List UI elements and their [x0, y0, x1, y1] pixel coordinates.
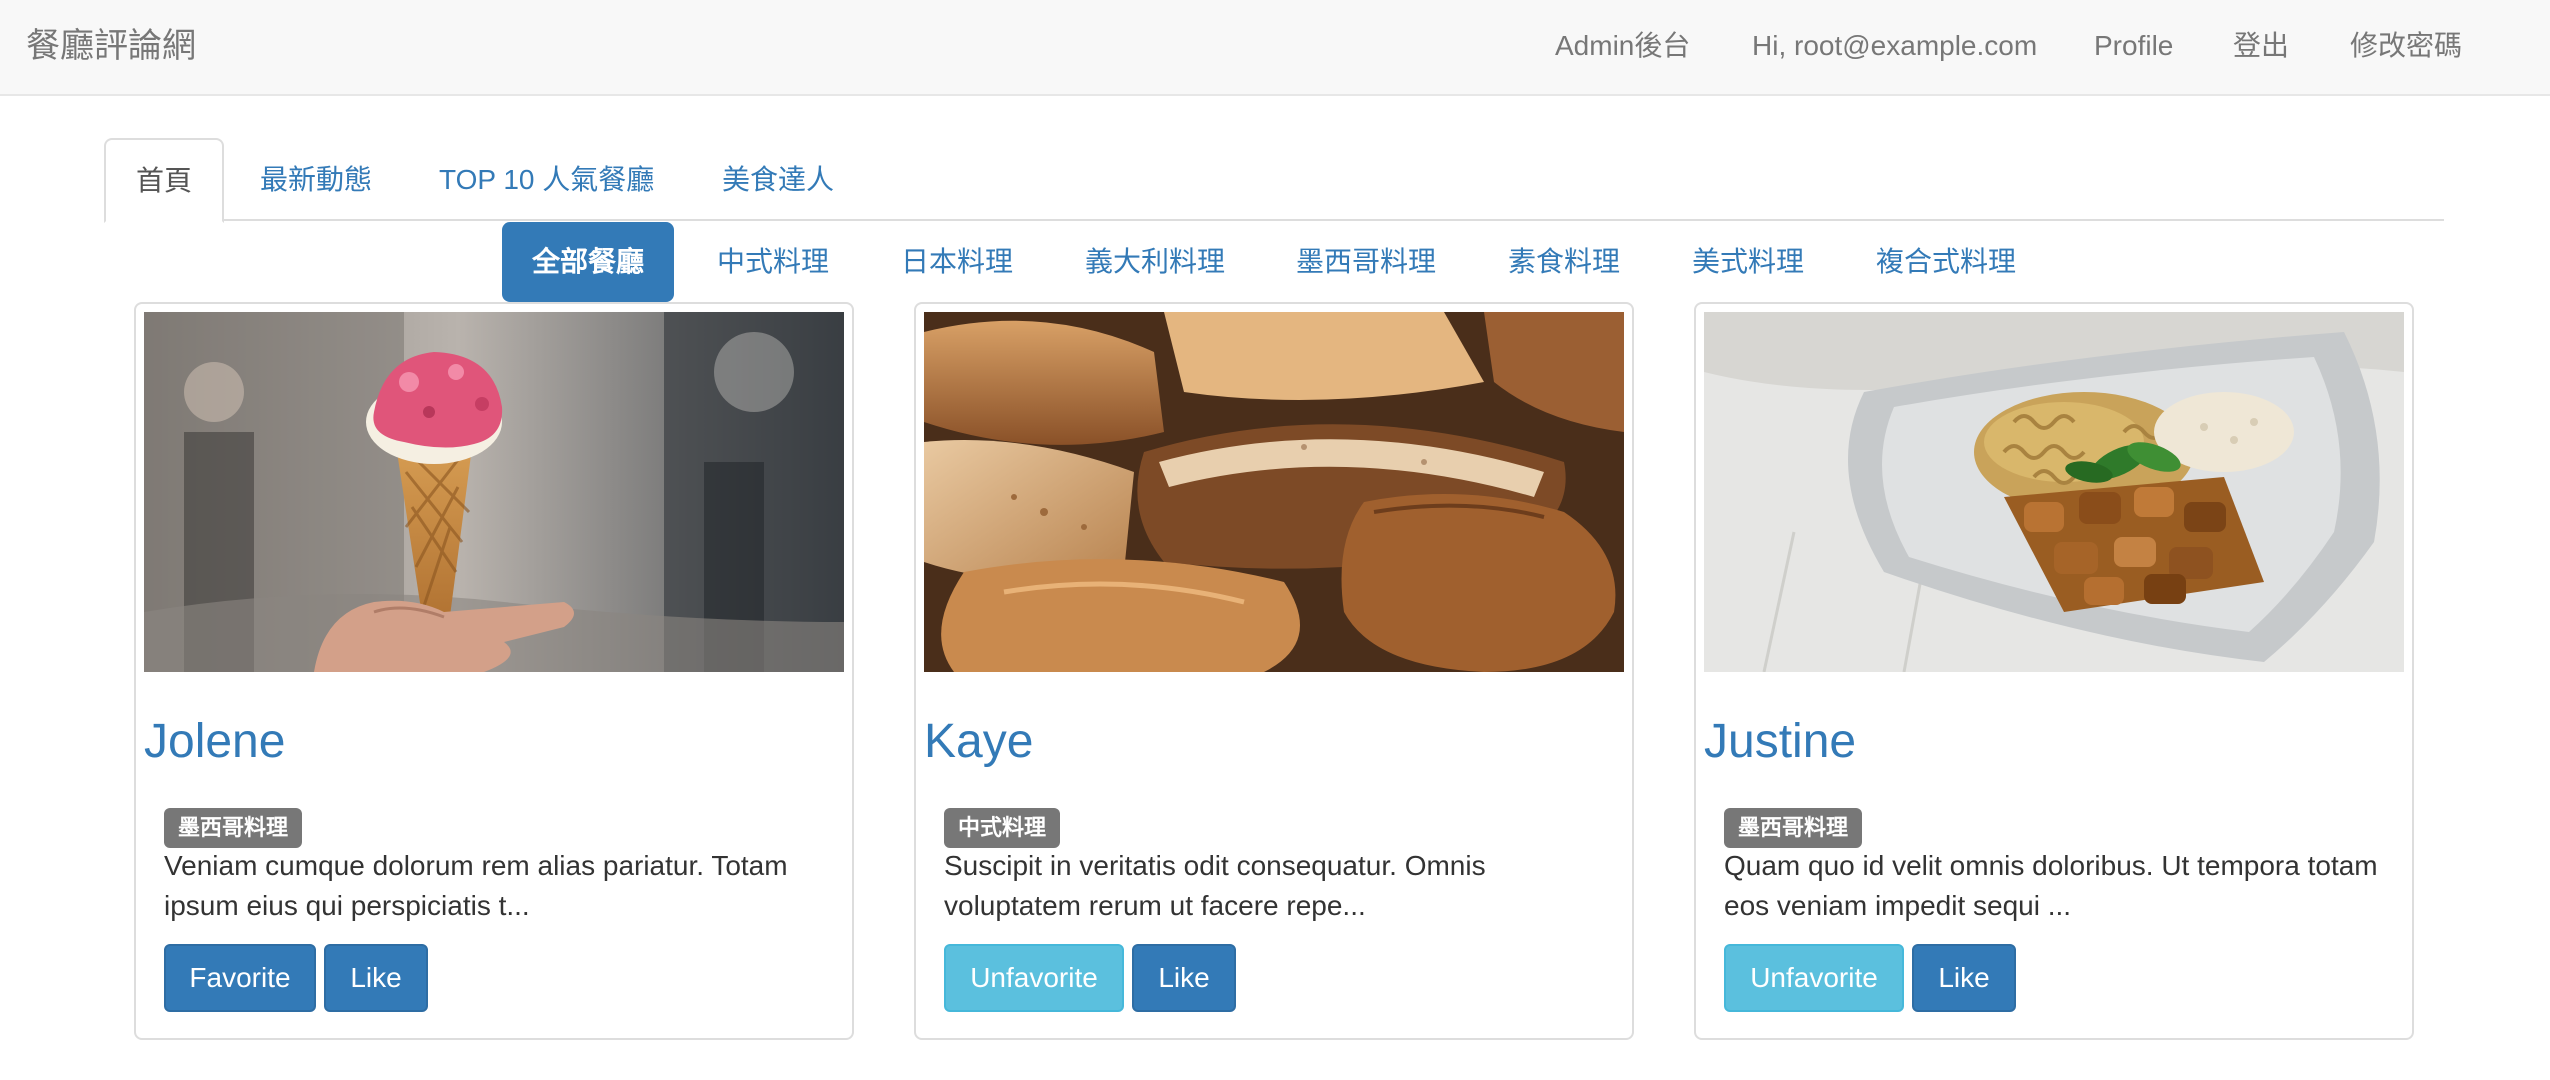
category-pill-american[interactable]: 美式料理 — [1692, 222, 1804, 302]
restaurant-card: Kaye 中式料理 Suscipit in veritatis odit con… — [914, 302, 1634, 1040]
category-pill-all[interactable]: 全部餐廳 — [502, 222, 674, 302]
nav-change-password-link[interactable]: 修改密碼 — [2350, 22, 2462, 70]
top-navbar: 餐廳評論網 Admin後台 Hi, root@example.com Profi… — [0, 0, 2550, 96]
tab-home[interactable]: 首頁 — [104, 138, 224, 223]
nav-admin-link[interactable]: Admin後台 — [1555, 22, 1690, 70]
category-pill-mexican[interactable]: 墨西哥料理 — [1296, 222, 1436, 302]
restaurant-description: Veniam cumque dolorum rem alias pariatur… — [164, 850, 788, 921]
tab-latest-feeds[interactable]: 最新動態 — [260, 138, 372, 221]
restaurant-image-ice-cream[interactable] — [144, 312, 844, 672]
category-pill-japanese[interactable]: 日本料理 — [901, 222, 1013, 302]
like-button[interactable]: Like — [1912, 944, 2016, 1012]
restaurant-card: Jolene 墨西哥料理 Veniam cumque dolorum rem a… — [134, 302, 854, 1040]
nav-user-greeting-link[interactable]: Hi, root@example.com — [1752, 22, 2037, 70]
restaurant-description: Quam quo id velit omnis doloribus. Ut te… — [1724, 850, 2378, 921]
favorite-button[interactable]: Favorite — [164, 944, 316, 1012]
category-badge: 中式料理 — [944, 808, 1061, 848]
restaurant-image-bread[interactable] — [924, 312, 1624, 672]
like-button[interactable]: Like — [1132, 944, 1236, 1012]
category-pills: 全部餐廳 中式料理 日本料理 義大利料理 墨西哥料理 素食料理 美式料理 複合式… — [0, 222, 2550, 302]
nav-profile-link[interactable]: Profile — [2094, 22, 2173, 70]
nav-logout-link[interactable]: 登出 — [2233, 22, 2289, 70]
category-pill-chinese[interactable]: 中式料理 — [717, 222, 829, 302]
brand-logo-link[interactable]: 餐廳評論網 — [26, 22, 196, 70]
category-badge: 墨西哥料理 — [164, 808, 303, 848]
category-badge: 墨西哥料理 — [1724, 808, 1863, 848]
restaurant-image-pasta-plate[interactable] — [1704, 312, 2404, 672]
category-pill-fusion[interactable]: 複合式料理 — [1876, 222, 2016, 302]
category-pill-italian[interactable]: 義大利料理 — [1085, 222, 1225, 302]
restaurant-name[interactable]: Jolene — [144, 704, 285, 780]
restaurant-card: Justine 墨西哥料理 Quam quo id velit omnis do… — [1694, 302, 2414, 1040]
restaurant-description: Suscipit in veritatis odit consequatur. … — [944, 850, 1486, 921]
category-pill-vegetarian[interactable]: 素食料理 — [1508, 222, 1620, 302]
like-button[interactable]: Like — [324, 944, 428, 1012]
main-tabs: 首頁 最新動態 TOP 10 人氣餐廳 美食達人 — [104, 138, 2444, 223]
restaurant-name[interactable]: Justine — [1704, 704, 1856, 780]
unfavorite-button[interactable]: Unfavorite — [1724, 944, 1904, 1012]
unfavorite-button[interactable]: Unfavorite — [944, 944, 1124, 1012]
tab-top-users[interactable]: 美食達人 — [722, 138, 834, 221]
tab-top10-restaurants[interactable]: TOP 10 人氣餐廳 — [439, 138, 654, 221]
restaurant-name[interactable]: Kaye — [924, 704, 1033, 780]
